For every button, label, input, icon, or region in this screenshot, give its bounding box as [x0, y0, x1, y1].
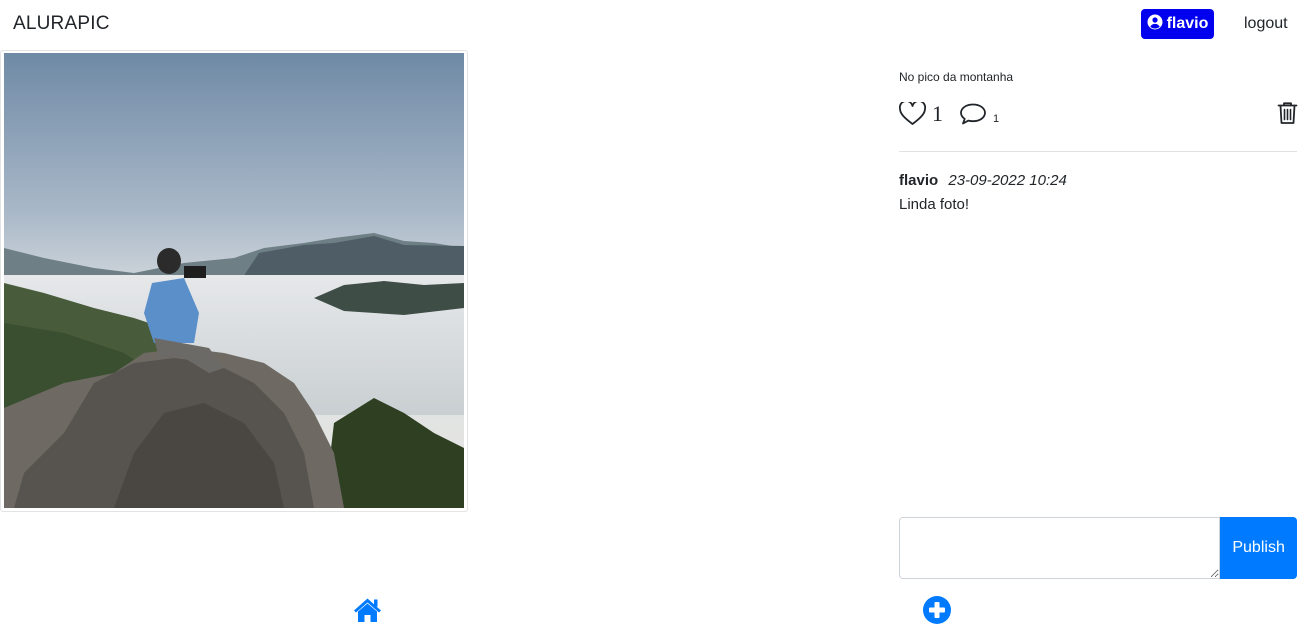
comment-date: 23-09-2022 10:24 [948, 172, 1067, 189]
photo-card [0, 50, 468, 512]
photo-image [4, 53, 464, 508]
photo-actions: 1 1 [899, 100, 999, 128]
comment-user: flavio [899, 172, 939, 189]
plus-circle-icon[interactable] [923, 596, 951, 624]
photo-description: No pico da montanha [899, 70, 1014, 84]
comment-text: Linda foto! [899, 196, 970, 213]
comment-icon[interactable] [959, 102, 987, 126]
publish-button[interactable]: Publish [1220, 517, 1297, 579]
home-icon[interactable] [353, 597, 382, 623]
comment-form: Publish [899, 517, 1297, 579]
logout-link[interactable]: logout [1244, 15, 1288, 33]
comment-header: flavio 23-09-2022 10:24 [899, 172, 1297, 189]
like-count: 1 [932, 101, 943, 126]
user-name: flavio [1166, 15, 1209, 32]
trash-icon[interactable] [1277, 101, 1298, 125]
navbar: ALURAPIC flavio logout [0, 0, 1303, 50]
comment-input[interactable] [899, 517, 1221, 579]
comment-item: flavio 23-09-2022 10:24 Linda foto! [899, 172, 1297, 213]
user-badge[interactable]: flavio [1141, 9, 1214, 39]
comment-count: 1 [993, 113, 1000, 125]
brand-logo[interactable]: ALURAPIC [13, 13, 110, 35]
heart-icon[interactable] [899, 102, 926, 126]
divider [899, 151, 1297, 152]
user-circle-icon [1147, 14, 1163, 35]
